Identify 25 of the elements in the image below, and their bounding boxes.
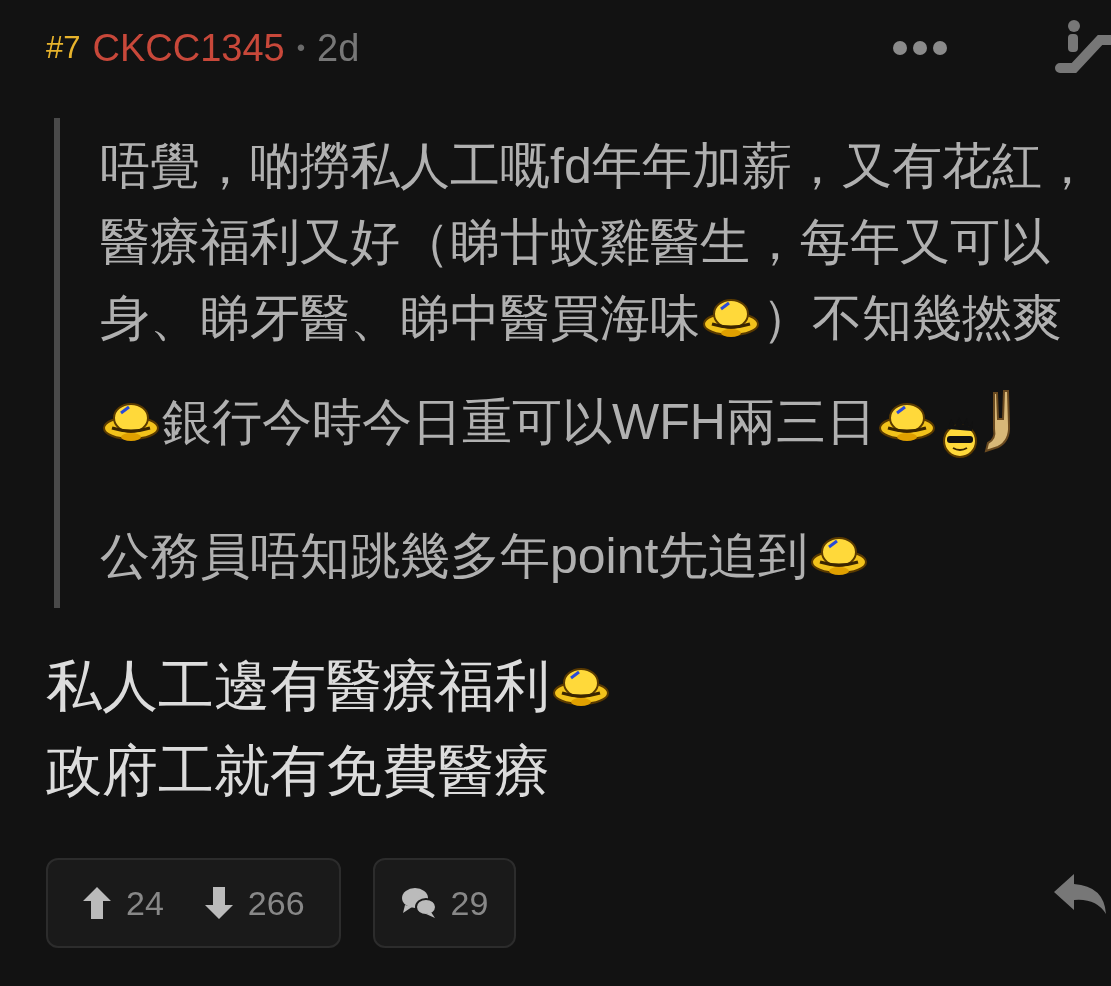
post-text: 銀行今時今日重可以WFH兩三日 bbox=[162, 392, 876, 452]
post-text: 唔覺，啲撈私人工嘅fd年年加薪，又有花紅， bbox=[100, 136, 1092, 196]
post-text: 醫療福利又好（睇廿蚊雞醫生，每年又可以 bbox=[100, 212, 1050, 272]
post-text: 政府工就有免費醫療 bbox=[46, 737, 550, 804]
up-arrow-icon bbox=[82, 886, 112, 920]
down-arrow-icon bbox=[203, 886, 234, 920]
post-text: 身、睇牙醫、睇中醫買海味 bbox=[100, 288, 700, 348]
upvote-button[interactable]: 24 bbox=[82, 883, 164, 923]
reply-icon[interactable] bbox=[1052, 872, 1108, 916]
escalator-icon[interactable] bbox=[1054, 18, 1111, 74]
laughing-emoji-icon bbox=[552, 665, 610, 708]
laughing-emoji-icon bbox=[702, 297, 760, 339]
laughing-emoji-icon bbox=[810, 535, 869, 577]
post-text: 公務員唔知跳幾多年point先追到 bbox=[100, 526, 809, 586]
post-text: 私人工邊有醫療福利 bbox=[46, 652, 550, 719]
separator-dot: • bbox=[296, 34, 306, 62]
laughing-emoji-icon bbox=[877, 401, 936, 443]
downvote-button[interactable]: 266 bbox=[203, 883, 305, 923]
more-icon[interactable] bbox=[892, 40, 948, 56]
post-text: ）不知幾撚爽 bbox=[762, 288, 1062, 348]
speech-bubbles-icon bbox=[400, 887, 437, 919]
post-age: 2d bbox=[317, 26, 360, 70]
username[interactable]: CKCC1345 bbox=[92, 26, 285, 70]
floor-number: #7 bbox=[46, 30, 81, 66]
laughing-emoji-icon bbox=[102, 401, 160, 443]
